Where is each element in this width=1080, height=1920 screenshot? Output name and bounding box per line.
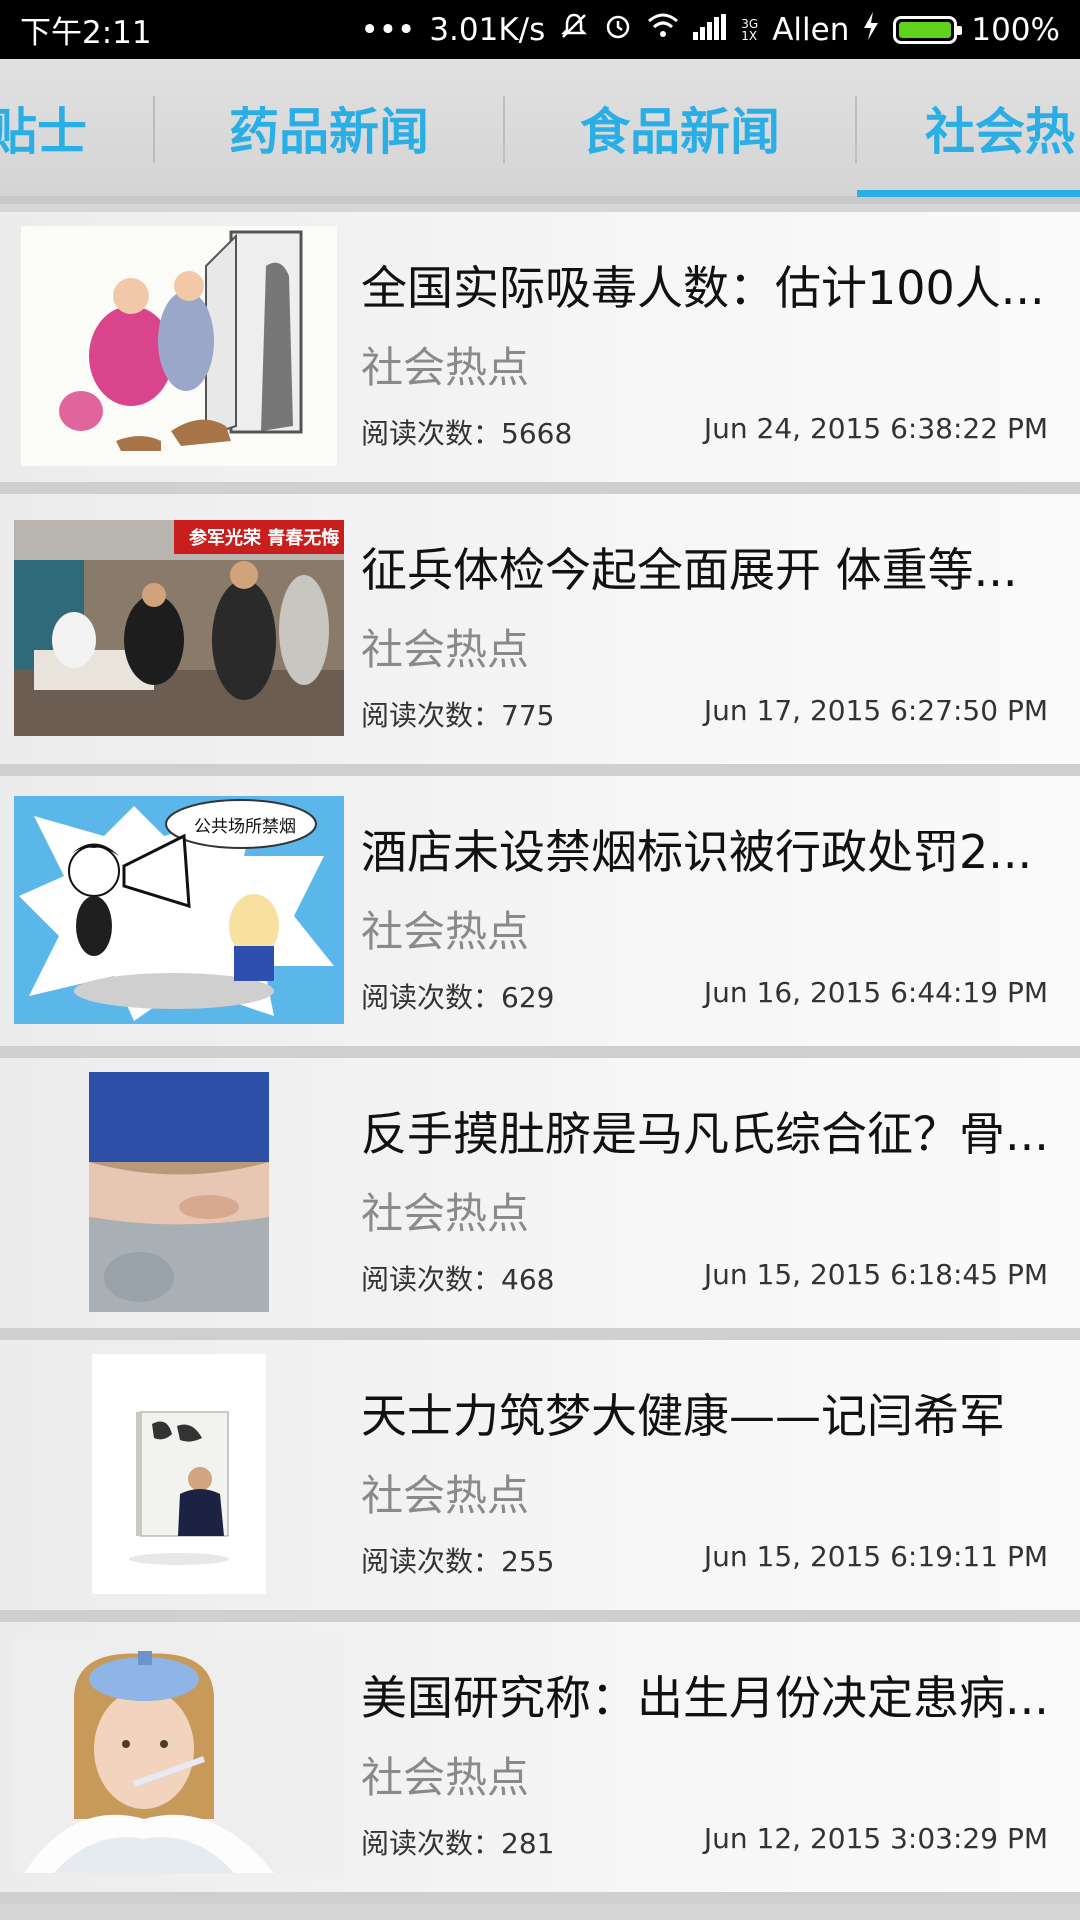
tab-label: 药品新闻 [229, 102, 429, 161]
military-physical-exam-photo: 参军光荣 青春无悔 [14, 520, 344, 736]
news-read-count: 阅读次数：629 [361, 981, 555, 1014]
network-type: 3G 1X [741, 16, 759, 43]
battery-icon [893, 15, 963, 44]
category-tab-bar: 贴士 药品新闻 食品新闻 社会热 [0, 59, 1080, 204]
tab-label: 食品新闻 [580, 102, 780, 161]
news-title: 酒店未设禁烟标识被行政处罚2... [361, 825, 1033, 879]
battery-percent: 100% [971, 11, 1060, 48]
news-date: Jun 15, 2015 6:19:11 PM [703, 1540, 1048, 1573]
news-item[interactable]: 全国实际吸毒人数：估计100人... 社会热点 阅读次数：5668 Jun 24… [0, 212, 1080, 494]
network-speed: 3.01K/s [429, 11, 546, 48]
notification-dots: ••• [360, 11, 416, 48]
carrier-name: Allen [772, 11, 850, 48]
news-title: 反手摸肚脐是马凡氏综合征？骨... [361, 1107, 1049, 1161]
mute-icon [559, 11, 589, 49]
sick-girl-thermometer-photo [14, 1639, 344, 1873]
news-read-count: 阅读次数：281 [361, 1827, 555, 1860]
alarm-icon [603, 11, 633, 49]
news-date: Jun 17, 2015 6:27:50 PM [703, 694, 1048, 727]
news-read-count: 阅读次数：255 [361, 1545, 555, 1578]
news-category: 社会热点 [361, 625, 530, 674]
tab-label: 贴士 [0, 102, 87, 161]
no-smoking-cartoon-image: 公共场所禁烟 [14, 796, 344, 1024]
status-bar: 下午2:11 ••• 3.01K/s 3G 1X Allen 100% [0, 0, 1080, 59]
charging-icon [863, 11, 879, 48]
news-date: Jun 12, 2015 3:03:29 PM [703, 1822, 1048, 1855]
news-item[interactable]: 美国研究称：出生月份决定患病... 社会热点 阅读次数：281 Jun 12, … [0, 1622, 1080, 1904]
news-date: Jun 24, 2015 6:38:22 PM [703, 412, 1048, 445]
wifi-icon [647, 12, 679, 48]
tab-drug-news[interactable]: 药品新闻 [155, 59, 503, 196]
news-item[interactable]: 天士力筑梦大健康——记闫希军 社会热点 阅读次数：255 Jun 15, 201… [0, 1340, 1080, 1622]
news-category: 社会热点 [361, 343, 530, 392]
status-indicators: ••• 3.01K/s 3G 1X Allen 100% [360, 11, 1060, 49]
belly-button-photo [89, 1072, 269, 1312]
news-list: 全国实际吸毒人数：估计100人... 社会热点 阅读次数：5668 Jun 24… [0, 212, 1080, 1904]
tab-social-hot[interactable]: 社会热 [857, 59, 1080, 196]
news-read-count: 阅读次数：5668 [361, 417, 573, 450]
news-category: 社会热点 [361, 1189, 530, 1238]
book-cover-image [92, 1354, 266, 1594]
news-item[interactable]: 参军光荣 青春无悔 征兵体检今起全面展开 体重等... 社会热点 阅读次数：77… [0, 494, 1080, 776]
news-title: 全国实际吸毒人数：估计100人... [361, 261, 1045, 315]
tab-food-news[interactable]: 食品新闻 [505, 59, 855, 196]
news-title: 美国研究称：出生月份决定患病... [361, 1671, 1049, 1725]
tab-label: 社会热 [925, 102, 1075, 161]
news-item[interactable]: 公共场所禁烟 酒店未设禁烟标识被行政处罚2... 社会热点 阅读次数：629 J… [0, 776, 1080, 1058]
news-title: 天士力筑梦大健康——记闫希军 [361, 1389, 1005, 1443]
news-read-count: 阅读次数：775 [361, 699, 555, 732]
news-date: Jun 15, 2015 6:18:45 PM [703, 1258, 1048, 1291]
signal-icon [693, 12, 727, 48]
status-time: 下午2:11 [20, 15, 152, 51]
banner-text: 参军光荣 青春无悔 [189, 527, 339, 549]
news-category: 社会热点 [361, 907, 530, 956]
active-tab-indicator [857, 190, 1080, 197]
cartoon-door-family-image [21, 226, 337, 466]
news-read-count: 阅读次数：468 [361, 1263, 555, 1296]
news-category: 社会热点 [361, 1471, 530, 1520]
speech-bubble-text: 公共场所禁烟 [194, 817, 296, 837]
tab-tips[interactable]: 贴士 [0, 59, 92, 196]
news-title: 征兵体检今起全面展开 体重等... [361, 543, 1018, 597]
news-date: Jun 16, 2015 6:44:19 PM [703, 976, 1048, 1009]
news-item[interactable]: 反手摸肚脐是马凡氏综合征？骨... 社会热点 阅读次数：468 Jun 15, … [0, 1058, 1080, 1340]
news-category: 社会热点 [361, 1753, 530, 1802]
